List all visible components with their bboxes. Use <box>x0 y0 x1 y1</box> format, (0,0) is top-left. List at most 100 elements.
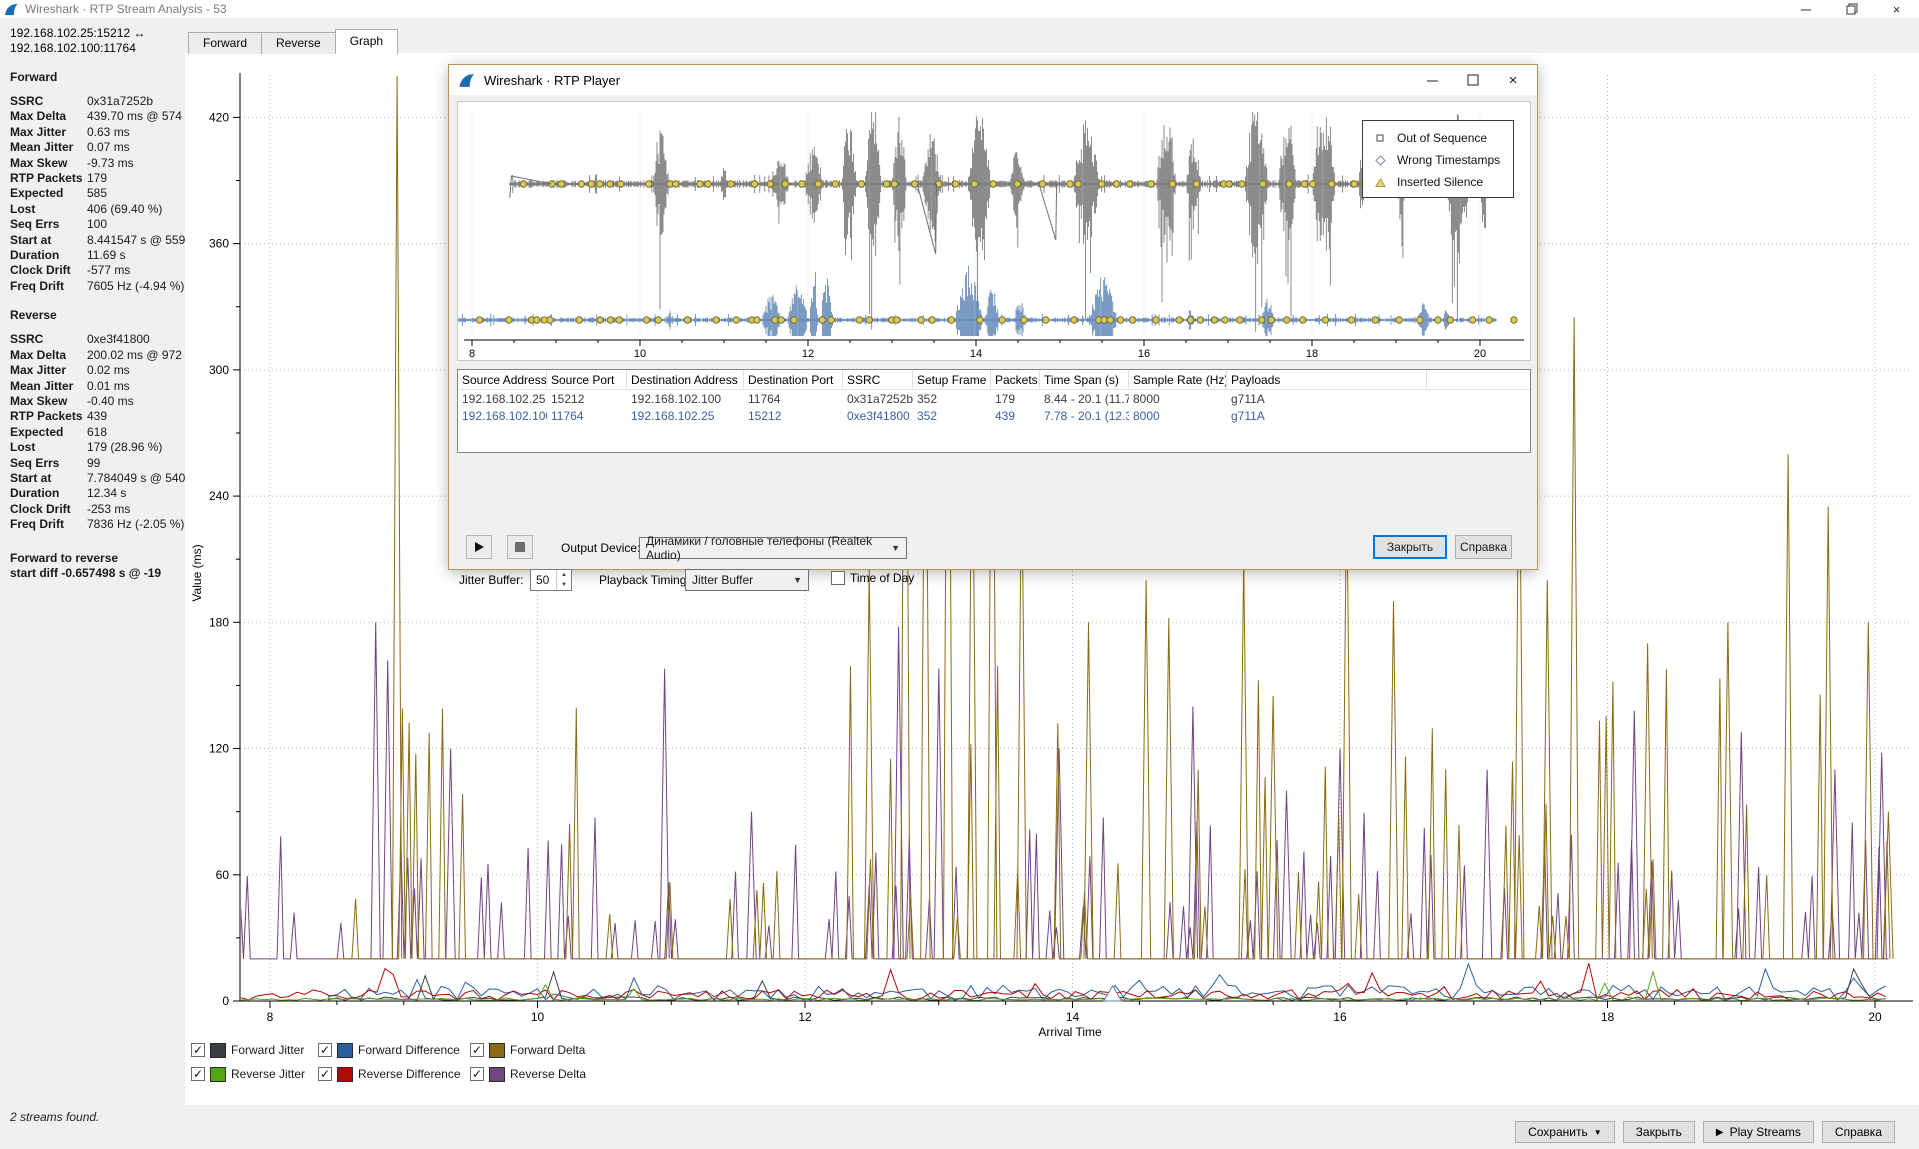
tab-reverse[interactable]: Reverse <box>261 32 336 54</box>
stat-row: Clock Drift-577 ms <box>10 263 181 278</box>
play-streams-button[interactable]: ▶Play Streams <box>1703 1121 1814 1143</box>
column-header[interactable]: Destination Address <box>627 370 744 390</box>
svg-text:16: 16 <box>1333 1010 1347 1024</box>
stat-value: -253 ms <box>87 502 181 517</box>
time-of-day-checkbox[interactable]: Time of Day <box>831 571 914 585</box>
stat-value: 99 <box>87 456 181 471</box>
stop-button[interactable] <box>507 535 533 559</box>
stat-row: Lost406 (69.40 %) <box>10 202 181 217</box>
stat-row: Freq Drift7836 Hz (-2.05 %) <box>10 517 181 532</box>
help-button[interactable]: Справка <box>1822 1121 1895 1143</box>
stat-row: Expected618 <box>10 425 181 440</box>
column-header[interactable]: Payloads <box>1227 370 1427 390</box>
checkbox-box[interactable] <box>831 571 845 585</box>
stat-row: Max Skew-0.40 ms <box>10 394 181 409</box>
column-header[interactable]: Source Port <box>547 370 627 390</box>
tab-graph[interactable]: Graph <box>335 29 398 54</box>
legend-checkbox[interactable]: ✓ <box>318 1067 332 1081</box>
play-button[interactable] <box>466 535 492 559</box>
table-cell: 192.168.102.25 <box>458 392 547 406</box>
stat-row: Max Delta200.02 ms @ 972 <box>10 348 181 363</box>
stat-value: 200.02 ms @ 972 <box>87 348 182 363</box>
table-cell: 192.168.102.100 <box>627 392 744 406</box>
close-button[interactable]: Закрыть <box>1623 1121 1695 1143</box>
legend-checkbox[interactable]: ✓ <box>318 1043 332 1057</box>
stat-label: Max Skew <box>10 156 87 171</box>
player-legend-item: Wrong Timestamps <box>1363 149 1513 171</box>
legend-item: ✓ Forward Delta <box>470 1038 650 1062</box>
column-header[interactable]: Setup Frame <box>913 370 991 390</box>
chevron-down-icon: ▼ <box>891 543 900 553</box>
legend-item: ✓ Reverse Jitter <box>191 1062 318 1086</box>
stat-row: Clock Drift-253 ms <box>10 502 181 517</box>
svg-text:10: 10 <box>531 1010 545 1024</box>
spin-down-icon[interactable]: ▼ <box>557 580 571 590</box>
stat-value: -0.40 ms <box>87 394 181 409</box>
svg-text:60: 60 <box>216 868 230 882</box>
table-row[interactable]: 192.168.102.10011764192.168.102.25152120… <box>458 407 1530 424</box>
stat-value: -9.73 ms <box>87 156 181 171</box>
close-icon[interactable]: × <box>1493 65 1533 95</box>
column-header[interactable]: Packets <box>991 370 1040 390</box>
svg-text:8: 8 <box>469 348 475 360</box>
player-waveform-plot[interactable]: 8101214161820 Out of SequenceWrong Times… <box>457 101 1531 361</box>
table-cell: 11764 <box>547 409 627 423</box>
tab-forward[interactable]: Forward <box>188 32 262 54</box>
tab-strip: Forward Reverse Graph <box>188 30 397 54</box>
stat-label: Start at <box>10 471 87 486</box>
svg-text:14: 14 <box>970 348 982 360</box>
legend-color-swatch <box>337 1067 353 1082</box>
stat-label: RTP Packets <box>10 171 87 186</box>
minimize-icon[interactable] <box>1784 0 1829 18</box>
legend-checkbox[interactable]: ✓ <box>470 1043 484 1057</box>
legend-checkbox[interactable]: ✓ <box>191 1067 205 1081</box>
output-device-select[interactable]: Динамики / головные телефоны (Realtek Au… <box>639 537 907 559</box>
jitter-buffer-stepper[interactable]: 50 ▲▼ <box>530 569 572 591</box>
play-icon: ▶ <box>1716 1127 1724 1138</box>
save-button[interactable]: Сохранить▼ <box>1515 1121 1615 1143</box>
svg-text:8: 8 <box>267 1010 274 1024</box>
minimize-icon[interactable] <box>1413 65 1453 95</box>
dialog-help-button[interactable]: Справка <box>1455 535 1512 559</box>
svg-text:16: 16 <box>1138 348 1150 360</box>
dialog-close-button[interactable]: Закрыть <box>1373 535 1447 559</box>
graph-series-legend: ✓Forward Jitter✓Forward Difference✓Forwa… <box>191 1038 650 1086</box>
svg-text:18: 18 <box>1601 1010 1615 1024</box>
table-cell: 0xe3f41800 <box>843 409 913 423</box>
close-icon[interactable]: × <box>1874 0 1919 18</box>
stat-value: -577 ms <box>87 263 181 278</box>
stat-row: Max Skew-9.73 ms <box>10 156 181 171</box>
stat-label: SSRC <box>10 94 87 109</box>
stat-value: 8.441547 s @ 559 <box>87 233 185 248</box>
playback-timing-select[interactable]: Jitter Buffer▼ <box>685 569 809 591</box>
table-cell: 8000 <box>1129 392 1227 406</box>
table-cell: 15212 <box>547 392 627 406</box>
column-header[interactable]: Sample Rate (Hz) <box>1129 370 1227 390</box>
legend-checkbox[interactable]: ✓ <box>191 1043 205 1057</box>
column-header[interactable]: SSRC <box>843 370 913 390</box>
legend-color-swatch <box>210 1067 226 1082</box>
restore-icon[interactable] <box>1829 0 1874 18</box>
svg-text:12: 12 <box>798 1010 812 1024</box>
stat-label: Max Delta <box>10 109 87 124</box>
stat-row: SSRC0xe3f41800 <box>10 332 181 347</box>
table-cell: 439 <box>991 409 1040 423</box>
legend-label: Forward Delta <box>510 1043 585 1057</box>
diamond-icon <box>1363 155 1397 166</box>
table-cell: 352 <box>913 392 991 406</box>
legend-label: Reverse Jitter <box>231 1067 305 1081</box>
stat-label: Clock Drift <box>10 263 87 278</box>
stat-value: 439.70 ms @ 574 <box>87 109 182 124</box>
playback-timing-label: Playback Timing: <box>599 573 690 587</box>
column-header[interactable]: Time Span (s) <box>1040 370 1129 390</box>
maximize-icon[interactable] <box>1453 65 1493 95</box>
table-row[interactable]: 192.168.102.2515212192.168.102.100117640… <box>458 390 1530 407</box>
stat-row: Mean Jitter0.01 ms <box>10 379 181 394</box>
section-heading: Reverse <box>10 308 181 322</box>
player-legend-label: Inserted Silence <box>1397 175 1483 189</box>
spin-up-icon[interactable]: ▲ <box>557 570 571 580</box>
column-header[interactable]: Source Address <box>458 370 547 390</box>
legend-checkbox[interactable]: ✓ <box>470 1067 484 1081</box>
stat-value: 12.34 s <box>87 486 181 501</box>
column-header[interactable]: Destination Port <box>744 370 843 390</box>
